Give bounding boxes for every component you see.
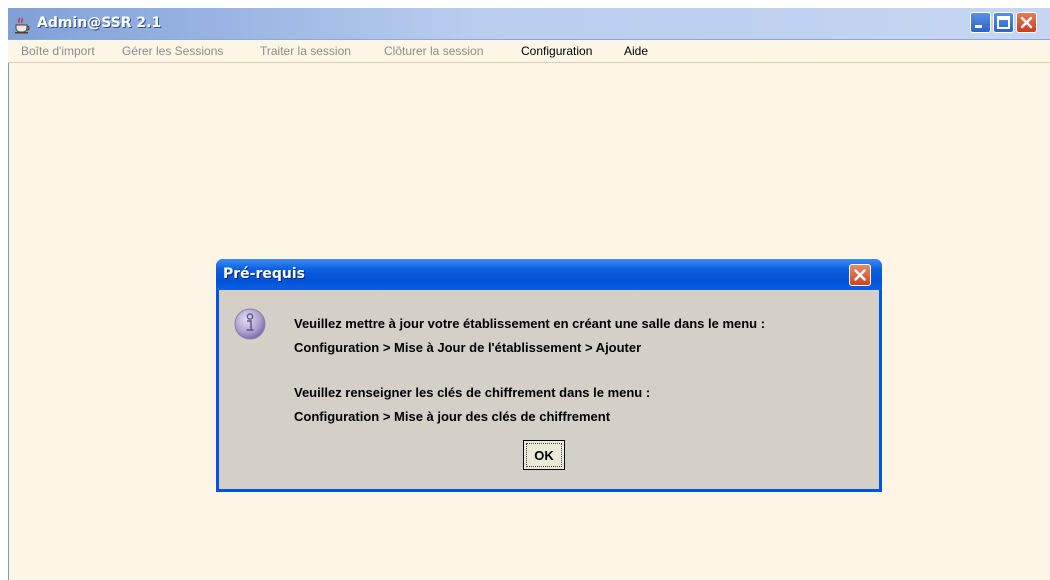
menu-traiter-session[interactable]: Traiter la session	[260, 44, 351, 58]
prerequis-dialog: Pré-requis Veuillez mettre à jour votre …	[216, 259, 882, 492]
dialog-title: Pré-requis	[223, 266, 305, 282]
maximize-button[interactable]	[993, 12, 1014, 33]
ok-button[interactable]: OK	[523, 440, 565, 470]
message-line-1: Veuillez mettre à jour votre établisseme…	[294, 316, 766, 331]
dialog-close-button[interactable]	[849, 264, 871, 286]
menu-bar: Boîte d'import Gérer les Sessions Traite…	[8, 40, 1050, 63]
minimize-button[interactable]	[970, 12, 991, 33]
dialog-title-bar[interactable]: Pré-requis	[216, 259, 882, 290]
window-title: Admin@SSR 2.1	[37, 15, 162, 31]
message-line-4: Configuration > Mise à jour des clés de …	[294, 409, 611, 424]
info-icon	[232, 306, 268, 342]
message-line-3: Veuillez renseigner les clés de chiffrem…	[294, 385, 651, 400]
message-line-2: Configuration > Mise à Jour de l'établis…	[294, 340, 642, 355]
java-coffee-icon	[12, 14, 32, 34]
menu-aide[interactable]: Aide	[624, 44, 648, 58]
menu-configuration[interactable]: Configuration	[521, 44, 592, 58]
close-button[interactable]	[1016, 12, 1037, 33]
menu-cloturer-session[interactable]: Clôturer la session	[384, 44, 483, 58]
title-bar[interactable]: Admin@SSR 2.1	[8, 8, 1050, 40]
menu-boite-import[interactable]: Boîte d'import	[21, 44, 95, 58]
menu-gerer-sessions[interactable]: Gérer les Sessions	[122, 44, 223, 58]
dialog-body: Veuillez mettre à jour votre établisseme…	[219, 290, 879, 489]
